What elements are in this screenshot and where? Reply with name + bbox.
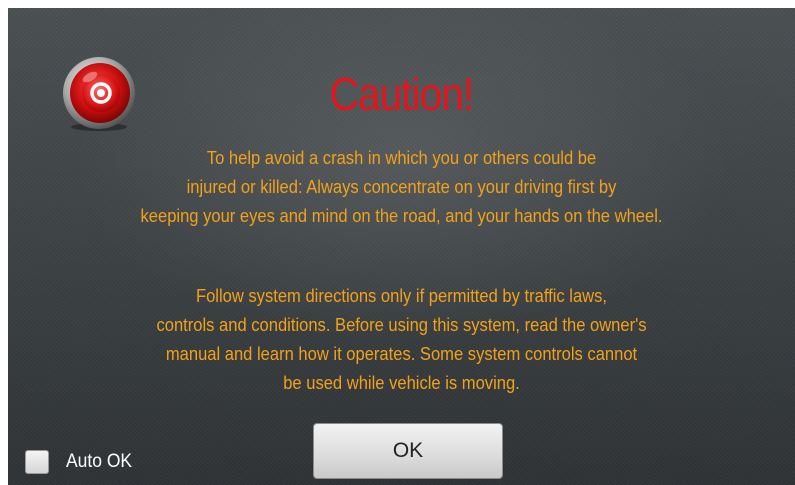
caution-dialog: Caution! To help avoid a crash in which … <box>8 8 795 485</box>
warning-line: controls and conditions. Before using th… <box>156 315 647 335</box>
auto-ok-checkbox[interactable] <box>25 450 49 474</box>
ok-button[interactable]: OK <box>313 423 503 479</box>
warning-line: be used while vehicle is moving. <box>283 373 520 393</box>
warning-paragraph-1: To help avoid a crash in which you or ot… <box>39 144 763 231</box>
auto-ok-label[interactable]: Auto OK <box>66 448 132 476</box>
dialog-title: Caution! <box>329 68 475 120</box>
warning-paragraph-2: Follow system directions only if permitt… <box>39 282 763 398</box>
warning-line: Follow system directions only if permitt… <box>195 286 608 306</box>
warning-line: injured or killed: Always concentrate on… <box>186 177 617 197</box>
warning-line: To help avoid a crash in which you or ot… <box>206 148 597 168</box>
warning-line: manual and learn how it operates. Some s… <box>165 344 638 364</box>
warning-line: keeping your eyes and mind on the road, … <box>140 206 663 226</box>
